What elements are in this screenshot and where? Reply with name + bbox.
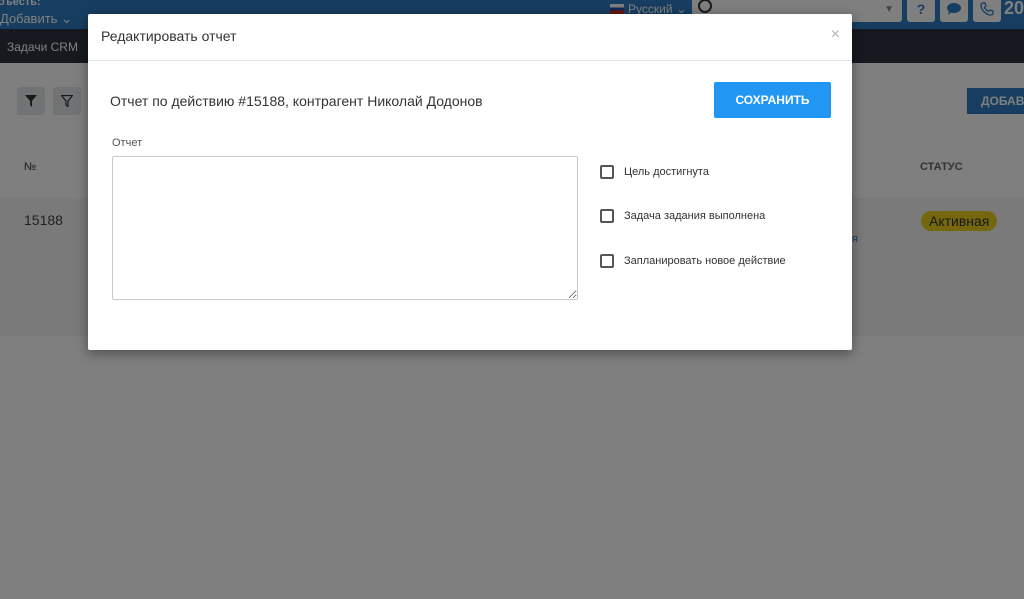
checkbox-box[interactable] (600, 254, 614, 268)
checkbox-label: Задача задания выполнена (624, 210, 766, 222)
goal-achieved-checkbox[interactable]: Цель достигнута (600, 165, 709, 179)
edit-report-modal: Редактировать отчет × Отчет по действию … (88, 14, 852, 350)
modal-header: Редактировать отчет × (88, 14, 852, 61)
save-button[interactable]: СОХРАНИТЬ (714, 82, 831, 118)
schedule-new-action-checkbox[interactable]: Запланировать новое действие (600, 254, 786, 268)
modal-title: Редактировать отчет (101, 28, 237, 44)
report-textarea[interactable] (112, 156, 578, 300)
close-icon[interactable]: × (831, 26, 840, 44)
checkbox-label: Цель достигнута (624, 166, 709, 178)
checkbox-label: Запланировать новое действие (624, 255, 786, 267)
checkbox-box[interactable] (600, 209, 614, 223)
checkbox-box[interactable] (600, 165, 614, 179)
task-completed-checkbox[interactable]: Задача задания выполнена (600, 209, 765, 223)
report-heading: Отчет по действию #15188, контрагент Ник… (110, 93, 483, 109)
report-field-label: Отчет (112, 137, 143, 149)
